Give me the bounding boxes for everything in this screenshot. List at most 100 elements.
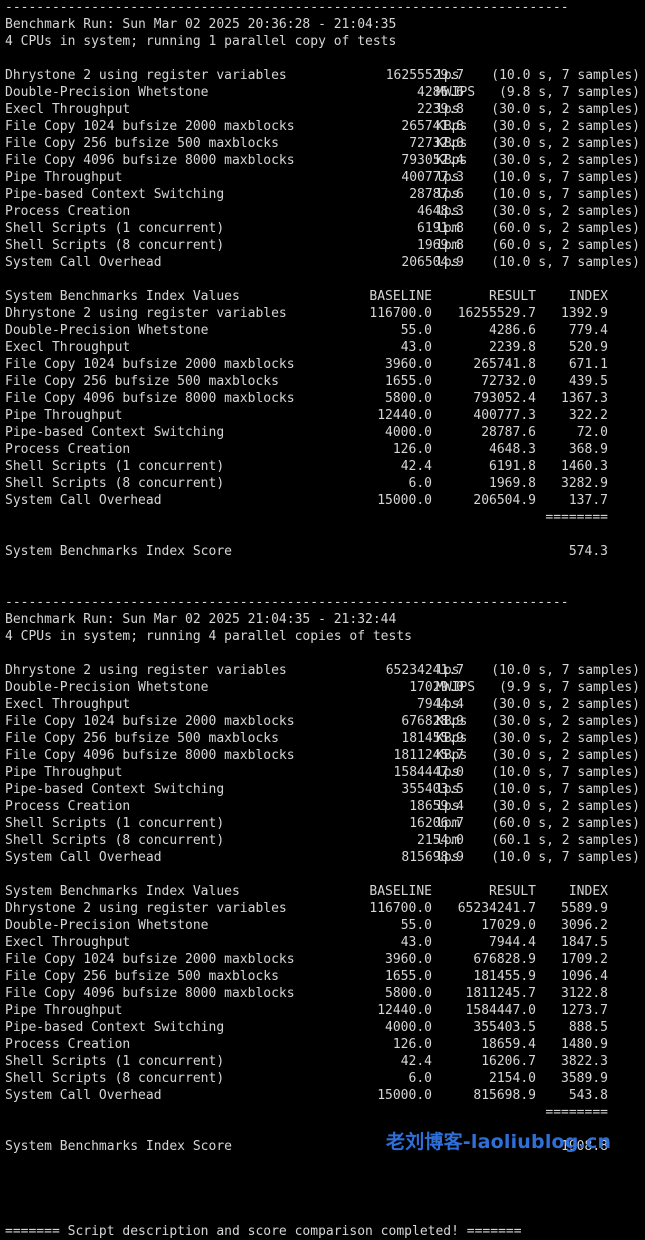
index-row: File Copy 256 bufsize 500 maxblocks 1655.… (5, 968, 645, 985)
result-header: RESULT (489, 884, 536, 899)
index-header: INDEX (568, 289, 608, 304)
test-unit: lpm (436, 833, 460, 848)
score-label: System Benchmarks Index Score (5, 544, 232, 559)
index-test-name: Shell Scripts (8 concurrent) (5, 1071, 225, 1086)
test-detail: (30.0 s, 2 samples) (491, 119, 640, 134)
result-row: System Call Overhead 206504.9 lps (10.0 s, … (5, 254, 645, 271)
index-value: 1709.2 (561, 952, 608, 967)
test-name: Dhrystone 2 using register variables (5, 68, 287, 83)
index-value: 1273.7 (561, 1003, 608, 1018)
result-row: Shell Scripts (8 concurrent) 2154.0 lpm (60… (5, 832, 645, 849)
index-value: 888.5 (568, 1020, 608, 1035)
footer-line: ======= Script description and score com… (5, 1223, 645, 1240)
index-test-name: File Copy 1024 bufsize 2000 maxblocks (5, 952, 295, 967)
index-row: Process Creation 126.0 4648.3 368.9 (5, 441, 645, 458)
result-value: 265741.8 (473, 357, 536, 372)
index-value: 671.1 (568, 357, 608, 372)
index-test-name: Double-Precision Whetstone (5, 323, 209, 338)
result-value: 4648.3 (489, 442, 536, 457)
index-value: 368.9 (568, 442, 608, 457)
test-detail: (30.0 s, 2 samples) (491, 748, 640, 763)
index-title: System Benchmarks Index Values (5, 884, 240, 899)
index-test-name: Pipe Throughput (5, 1003, 123, 1018)
run-header-text: Benchmark Run: Sun Mar 02 2025 20:36:28 … (5, 17, 397, 32)
index-test-name: Shell Scripts (1 concurrent) (5, 1054, 225, 1069)
test-detail: (30.0 s, 2 samples) (491, 731, 640, 746)
result-row: Dhrystone 2 using register variables 6523… (5, 662, 645, 679)
test-unit: lpm (436, 816, 460, 831)
test-name: Process Creation (5, 204, 131, 219)
score-divider: ======== (545, 510, 608, 525)
index-value: 543.8 (568, 1088, 608, 1103)
result-value: 2154.0 (489, 1071, 536, 1086)
result-row: File Copy 256 bufsize 500 maxblocks 18145… (5, 730, 645, 747)
result-value: 17029.0 (481, 918, 536, 933)
result-row: Dhrystone 2 using register variables 1625… (5, 67, 645, 84)
test-detail: (9.8 s, 7 samples) (499, 85, 640, 100)
test-name: File Copy 256 bufsize 500 maxblocks (5, 136, 279, 151)
index-row: Execl Throughput 43.0 2239.8 520.9 (5, 339, 645, 356)
index-row: Shell Scripts (1 concurrent) 42.4 6191.8 14… (5, 458, 645, 475)
result-row: Execl Throughput 7944.4 lps (30.0 s, 2 samp… (5, 696, 645, 713)
test-name: Dhrystone 2 using register variables (5, 663, 287, 678)
baseline-header: BASELINE (369, 884, 432, 899)
test-unit: KBps (436, 119, 468, 134)
test-unit: lps (436, 799, 460, 814)
score-row: System Benchmarks Index Score 574.3 (5, 543, 645, 560)
test-name: Shell Scripts (1 concurrent) (5, 221, 225, 236)
index-header: INDEX (568, 884, 608, 899)
index-value: 5589.9 (561, 901, 608, 916)
separator-line: ----------------------------------------… (5, 594, 645, 611)
result-row: Pipe-based Context Switching 28787.6 lps (1… (5, 186, 645, 203)
index-value: 1480.9 (561, 1037, 608, 1052)
cpu-info-text: 4 CPUs in system; running 4 parallel cop… (5, 629, 412, 644)
test-detail: (10.0 s, 7 samples) (491, 187, 640, 202)
index-test-name: Double-Precision Whetstone (5, 918, 209, 933)
separator: ----------------------------------------… (5, 0, 569, 15)
test-detail: (60.0 s, 2 samples) (491, 816, 640, 831)
result-row: Pipe Throughput 1584447.0 lps (10.0 s, 7 sa… (5, 764, 645, 781)
index-test-name: System Call Overhead (5, 1088, 162, 1103)
result-value: 2239.8 (489, 340, 536, 355)
score-label: System Benchmarks Index Score (5, 1139, 232, 1154)
test-unit: lps (436, 170, 460, 185)
test-name: Double-Precision Whetstone (5, 85, 209, 100)
index-test-name: Process Creation (5, 442, 131, 457)
index-value: 520.9 (568, 340, 608, 355)
test-name: System Call Overhead (5, 255, 162, 270)
index-row: Shell Scripts (1 concurrent) 42.4 16206.7 3… (5, 1053, 645, 1070)
test-name: Shell Scripts (8 concurrent) (5, 238, 225, 253)
separator-line: ----------------------------------------… (5, 0, 645, 16)
index-value: 1392.9 (561, 306, 608, 321)
index-row: File Copy 256 bufsize 500 maxblocks 1655.… (5, 373, 645, 390)
baseline-value: 5800.0 (385, 986, 432, 1001)
result-value: 6191.8 (489, 459, 536, 474)
result-row: Double-Precision Whetstone 17029.0 MWIPS (9… (5, 679, 645, 696)
result-value: 815698.9 (473, 1088, 536, 1103)
test-unit: lps (436, 102, 460, 117)
divider-line: ======== (5, 509, 645, 526)
run-header-text: Benchmark Run: Sun Mar 02 2025 21:04:35 … (5, 612, 397, 627)
result-row: Pipe-based Context Switching 355403.5 lps(… (5, 781, 645, 798)
test-name: Shell Scripts (8 concurrent) (5, 833, 225, 848)
test-detail: (10.0 s, 7 samples) (491, 782, 640, 797)
index-value: 1367.3 (561, 391, 608, 406)
test-detail: (30.0 s, 2 samples) (491, 204, 640, 219)
baseline-value: 5800.0 (385, 391, 432, 406)
result-value: 65234241.7 (457, 901, 536, 916)
index-test-name: Execl Throughput (5, 340, 131, 355)
divider-line: ======== (5, 1104, 645, 1121)
result-value: 400777.3 (473, 408, 536, 423)
result-value: 181455.9 (473, 969, 536, 984)
cpu-info: 4 CPUs in system; running 1 parallel cop… (5, 33, 645, 50)
result-value: 72732.0 (481, 374, 536, 389)
result-row: Double-Precision Whetstone 4286.6 MWIPS (9.… (5, 84, 645, 101)
test-detail: (10.0 s, 7 samples) (491, 255, 640, 270)
result-value: 355403.5 (473, 1020, 536, 1035)
index-value: 1847.5 (561, 935, 608, 950)
test-name: Pipe Throughput (5, 170, 123, 185)
